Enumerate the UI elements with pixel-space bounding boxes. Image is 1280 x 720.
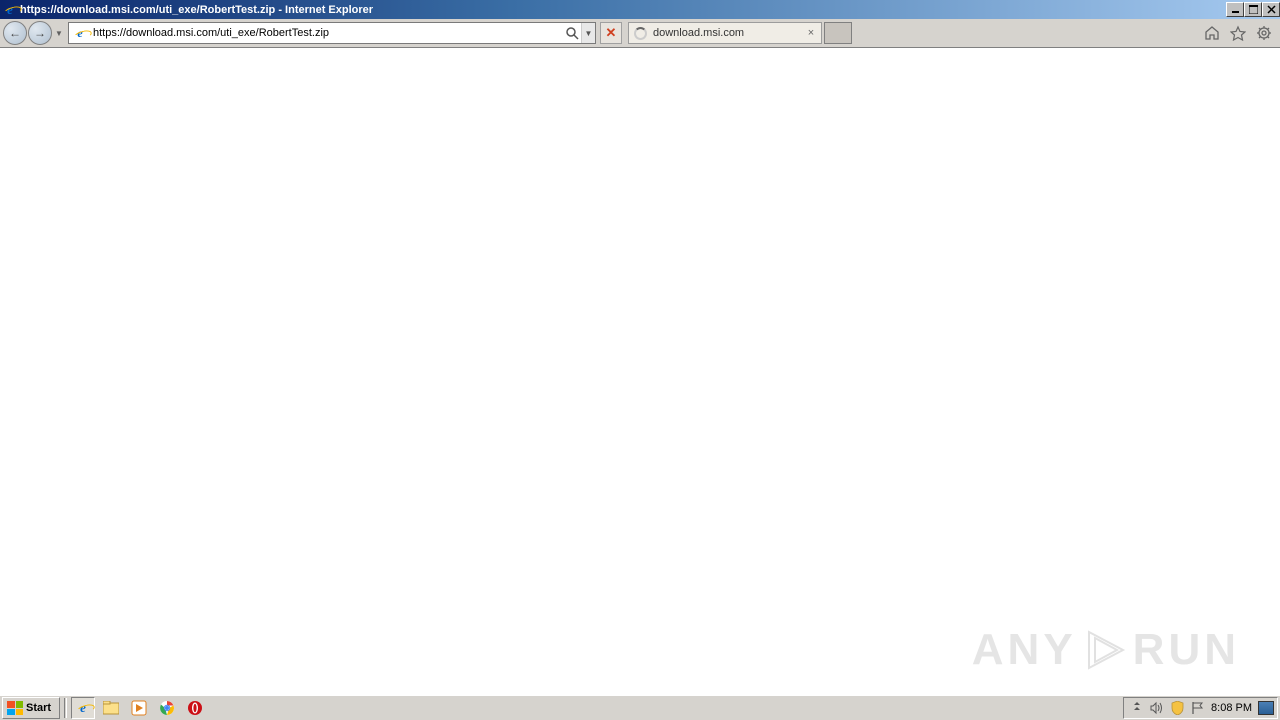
window-titlebar: e https://download.msi.com/uti_exe/Rober… [0,0,1280,19]
start-label: Start [26,702,51,714]
tray-expand-icon[interactable] [1129,700,1145,716]
toolbar-right [1203,24,1273,42]
ie-app-icon: e [2,2,18,18]
nav-buttons: ← → ▼ [3,21,64,45]
loading-icon [633,26,647,40]
favorites-icon[interactable] [1229,24,1247,42]
search-icon[interactable] [563,24,581,42]
maximize-button[interactable] [1244,2,1262,17]
taskbar-app-ie[interactable]: e [71,697,95,719]
stop-button[interactable]: ✕ [600,22,622,44]
page-content [0,48,1280,695]
nav-history-dropdown[interactable]: ▼ [54,24,64,42]
browser-tab[interactable]: download.msi.com × [628,22,822,44]
tray-shield-icon[interactable] [1169,700,1185,716]
start-button[interactable]: Start [2,697,60,719]
taskbar-app-opera[interactable] [183,697,207,719]
tray-clock[interactable]: 8:08 PM [1211,702,1252,714]
system-tray: 8:08 PM [1123,697,1278,719]
tools-icon[interactable] [1255,24,1273,42]
home-icon[interactable] [1203,24,1221,42]
back-button[interactable]: ← [3,21,27,45]
taskbar-divider [64,698,67,718]
tray-volume-icon[interactable] [1149,700,1165,716]
window-title: https://download.msi.com/uti_exe/RobertT… [20,4,1226,16]
taskbar-app-explorer[interactable] [99,697,123,719]
tab-close-icon[interactable]: × [805,27,817,39]
tab-title: download.msi.com [653,27,805,39]
forward-button[interactable]: → [28,21,52,45]
page-icon: e [71,24,89,42]
browser-toolbar: ← → ▼ e ▼ ✕ download.msi.com × [0,19,1280,48]
show-desktop-button[interactable] [1258,701,1274,715]
taskbar: Start e 8:08 PM [0,695,1280,720]
windows-logo-icon [7,701,23,715]
taskbar-app-chrome[interactable] [155,697,179,719]
address-bar: e ▼ [68,22,596,44]
url-input[interactable] [91,24,563,42]
address-dropdown[interactable]: ▼ [581,23,595,43]
close-button[interactable] [1262,2,1280,17]
window-controls [1226,2,1280,17]
new-tab-button[interactable] [824,22,852,44]
taskbar-app-media[interactable] [127,697,151,719]
tray-flag-icon[interactable] [1189,700,1205,716]
minimize-button[interactable] [1226,2,1244,17]
